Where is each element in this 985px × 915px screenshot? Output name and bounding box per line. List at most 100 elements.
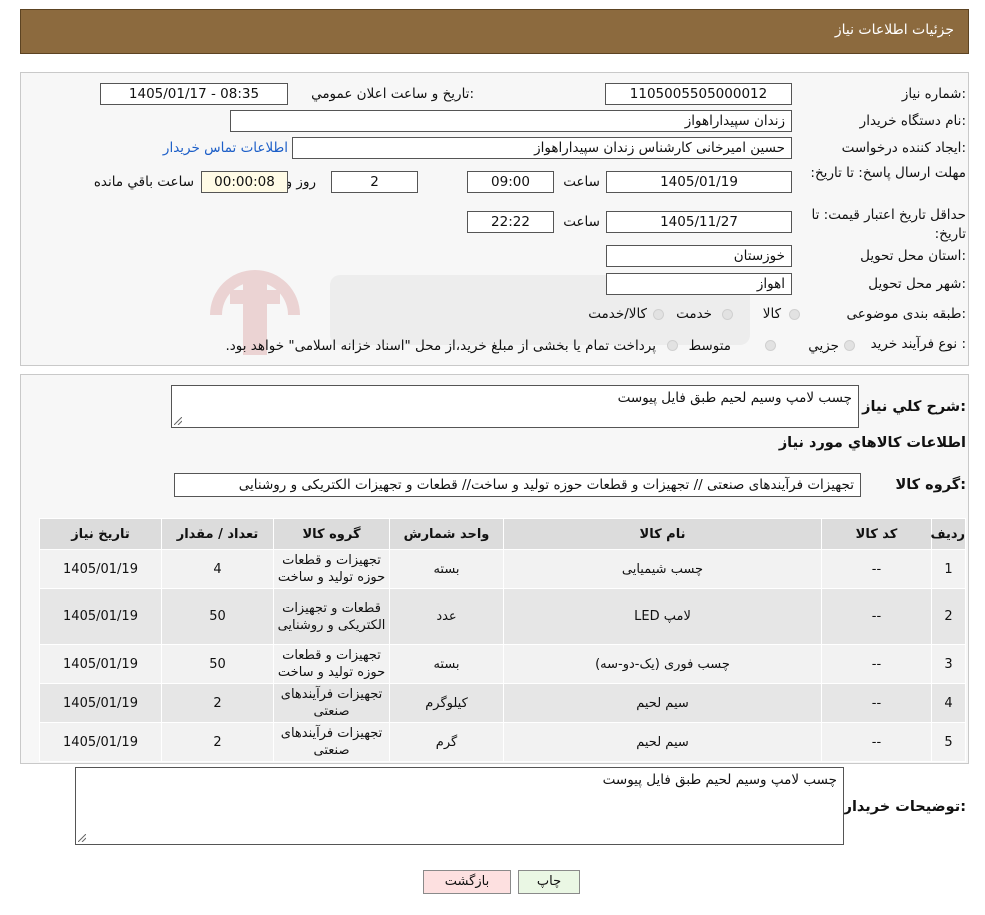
col-header-row-number: ردیف: [930, 518, 966, 550]
cell-unit: بسته: [389, 644, 504, 684]
price-validity-time-label: ساعت: [563, 214, 600, 230]
cell-group: تجهیزات فرآیندهای صنعتی: [273, 722, 390, 762]
cell-code: --: [821, 588, 932, 645]
cell-quantity: 4: [161, 549, 274, 589]
goods-group-field: تجهیزات فرآیندهای صنعتی // تجهیزات و قطع…: [174, 473, 861, 497]
cell-row-number: 4: [931, 683, 966, 723]
cell-date: 1405/01/19: [39, 549, 162, 589]
summary-label: شرح کلي نیاز:: [862, 399, 966, 415]
process-radio-minor[interactable]: [844, 340, 855, 351]
col-header-name: نام کالا: [503, 518, 822, 550]
cell-group: قطعات و تجهیزات الکتریکی و روشنایی: [273, 588, 390, 645]
province-field: خوزستان: [606, 245, 792, 267]
cell-code: --: [821, 549, 932, 589]
cell-name: چسب فوری (یک-دو-سه): [503, 644, 822, 684]
cell-quantity: 2: [161, 683, 274, 723]
table-row: 3 -- چسب فوری (یک-دو-سه) بسته تجهیزات و …: [39, 644, 966, 684]
reply-deadline-label: مهلت ارسال پاسخ: تا تاریخ:: [810, 165, 966, 181]
announce-datetime-field: 1405/01/17 - 08:35: [100, 83, 288, 105]
cell-name: چسب شیمیایی: [503, 549, 822, 589]
category-option-goods-service: کالا/خدمت: [588, 306, 647, 322]
col-header-date: تاریخ نیاز: [39, 518, 162, 550]
days-label: روز و: [285, 174, 316, 190]
cell-row-number: 5: [931, 722, 966, 762]
creator-label: ایجاد کننده درخواست:: [841, 140, 966, 156]
resize-grip-icon[interactable]: [174, 417, 182, 425]
cell-unit: کیلوگرم: [389, 683, 504, 723]
remaining-time-field: 00:00:08: [201, 171, 288, 193]
cell-quantity: 50: [161, 644, 274, 684]
cell-quantity: 2: [161, 722, 274, 762]
buyer-org-label: نام دستگاه خریدار:: [859, 113, 966, 129]
col-header-quantity: تعداد / مقدار: [161, 518, 274, 550]
cell-row-number: 1: [931, 549, 966, 589]
need-number-label: شماره نیاز:: [901, 86, 966, 102]
category-radio-goods-service[interactable]: [653, 309, 664, 320]
cell-name: سیم لحیم: [503, 722, 822, 762]
cell-name: لامپ LED: [503, 588, 822, 645]
col-header-group: گروه کالا: [273, 518, 390, 550]
remaining-days-field: 2: [331, 171, 418, 193]
category-radio-goods[interactable]: [789, 309, 800, 320]
page-header: جزئیات اطلاعات نیاز: [20, 9, 969, 54]
print-button[interactable]: چاپ: [518, 870, 580, 894]
cell-group: تجهیزات و قطعات حوزه تولید و ساخت: [273, 549, 390, 589]
buyer-org-field: زندان سپیداراهواز: [230, 110, 792, 132]
cell-date: 1405/01/19: [39, 644, 162, 684]
process-type-label: نوع فرآیند خرید :: [870, 336, 966, 352]
page-title: جزئیات اطلاعات نیاز: [834, 22, 954, 38]
province-label: استان محل تحویل:: [860, 248, 966, 264]
cell-quantity: 50: [161, 588, 274, 645]
cell-code: --: [821, 722, 932, 762]
category-option-goods: کالا: [762, 306, 781, 322]
price-validity-date-field: 1405/11/27: [606, 211, 792, 233]
process-radio-treasury[interactable]: [667, 340, 678, 351]
summary-textarea: چسب لامپ وسیم لحیم طبق فایل پیوست: [171, 385, 859, 428]
resize-grip-icon[interactable]: [78, 834, 86, 842]
table-row: 5 -- سیم لحیم گرم تجهیزات فرآیندهای صنعت…: [39, 722, 966, 762]
buyer-notes-textarea: چسب لامپ وسیم لحیم طبق فایل پیوست: [75, 767, 844, 845]
city-label: شهر محل تحویل:: [868, 276, 966, 292]
creator-field: حسین امیرخانی کارشناس زندان سپیداراهواز: [292, 137, 792, 159]
category-option-service: خدمت: [676, 306, 712, 322]
category-radio-service[interactable]: [722, 309, 733, 320]
cell-unit: عدد: [389, 588, 504, 645]
reply-time-field: 09:00: [467, 171, 554, 193]
process-treasury-note: پرداخت تمام یا بخشی از مبلغ خرید،از محل …: [225, 338, 656, 354]
price-validity-label: حداقل تاریخ اعتبار قیمت: تا تاریخ:: [811, 207, 966, 242]
need-number-field: 1105005505000012: [605, 83, 792, 105]
cell-row-number: 2: [931, 588, 966, 645]
cell-unit: بسته: [389, 549, 504, 589]
back-button[interactable]: بازگشت: [423, 870, 511, 894]
goods-info-title: اطلاعات کالاهاي مورد نیاز: [778, 435, 966, 451]
city-field: اهواز: [606, 273, 792, 295]
cell-group: تجهیزات و قطعات حوزه تولید و ساخت: [273, 644, 390, 684]
process-radio-medium[interactable]: [765, 340, 776, 351]
items-table: ردیف کد کالا نام کالا واحد شمارش گروه کا…: [39, 518, 966, 762]
cell-date: 1405/01/19: [39, 722, 162, 762]
cell-code: --: [821, 644, 932, 684]
buyer-contact-link[interactable]: اطلاعات تماس خریدار: [163, 140, 288, 156]
process-option-medium: متوسط: [688, 338, 731, 354]
reply-date-field: 1405/01/19: [606, 171, 792, 193]
goods-group-label: گروه کالا:: [895, 477, 966, 493]
table-header-row: ردیف کد کالا نام کالا واحد شمارش گروه کا…: [39, 518, 966, 550]
summary-text: چسب لامپ وسیم لحیم طبق فایل پیوست: [617, 390, 852, 406]
table-row: 1 -- چسب شیمیایی بسته تجهیزات و قطعات حو…: [39, 549, 966, 589]
cell-date: 1405/01/19: [39, 588, 162, 645]
process-option-minor: جزیي: [808, 338, 839, 354]
col-header-code: کد کالا: [821, 518, 932, 550]
remaining-label: ساعت باقي مانده: [93, 174, 194, 190]
reply-time-label: ساعت: [563, 174, 600, 190]
cell-unit: گرم: [389, 722, 504, 762]
cell-name: سیم لحیم: [503, 683, 822, 723]
announce-datetime-label: تاریخ و ساعت اعلان عمومي:: [311, 86, 474, 102]
cell-group: تجهیزات فرآیندهای صنعتی: [273, 683, 390, 723]
price-validity-time-field: 22:22: [467, 211, 554, 233]
category-label: طبقه بندی موضوعی:: [846, 306, 966, 322]
table-row: 2 -- لامپ LED عدد قطعات و تجهیزات الکتری…: [39, 588, 966, 645]
buyer-notes-text: چسب لامپ وسیم لحیم طبق فایل پیوست: [602, 772, 837, 788]
buyer-notes-label: توضیحات خریدار:: [843, 799, 966, 815]
cell-date: 1405/01/19: [39, 683, 162, 723]
cell-row-number: 3: [931, 644, 966, 684]
